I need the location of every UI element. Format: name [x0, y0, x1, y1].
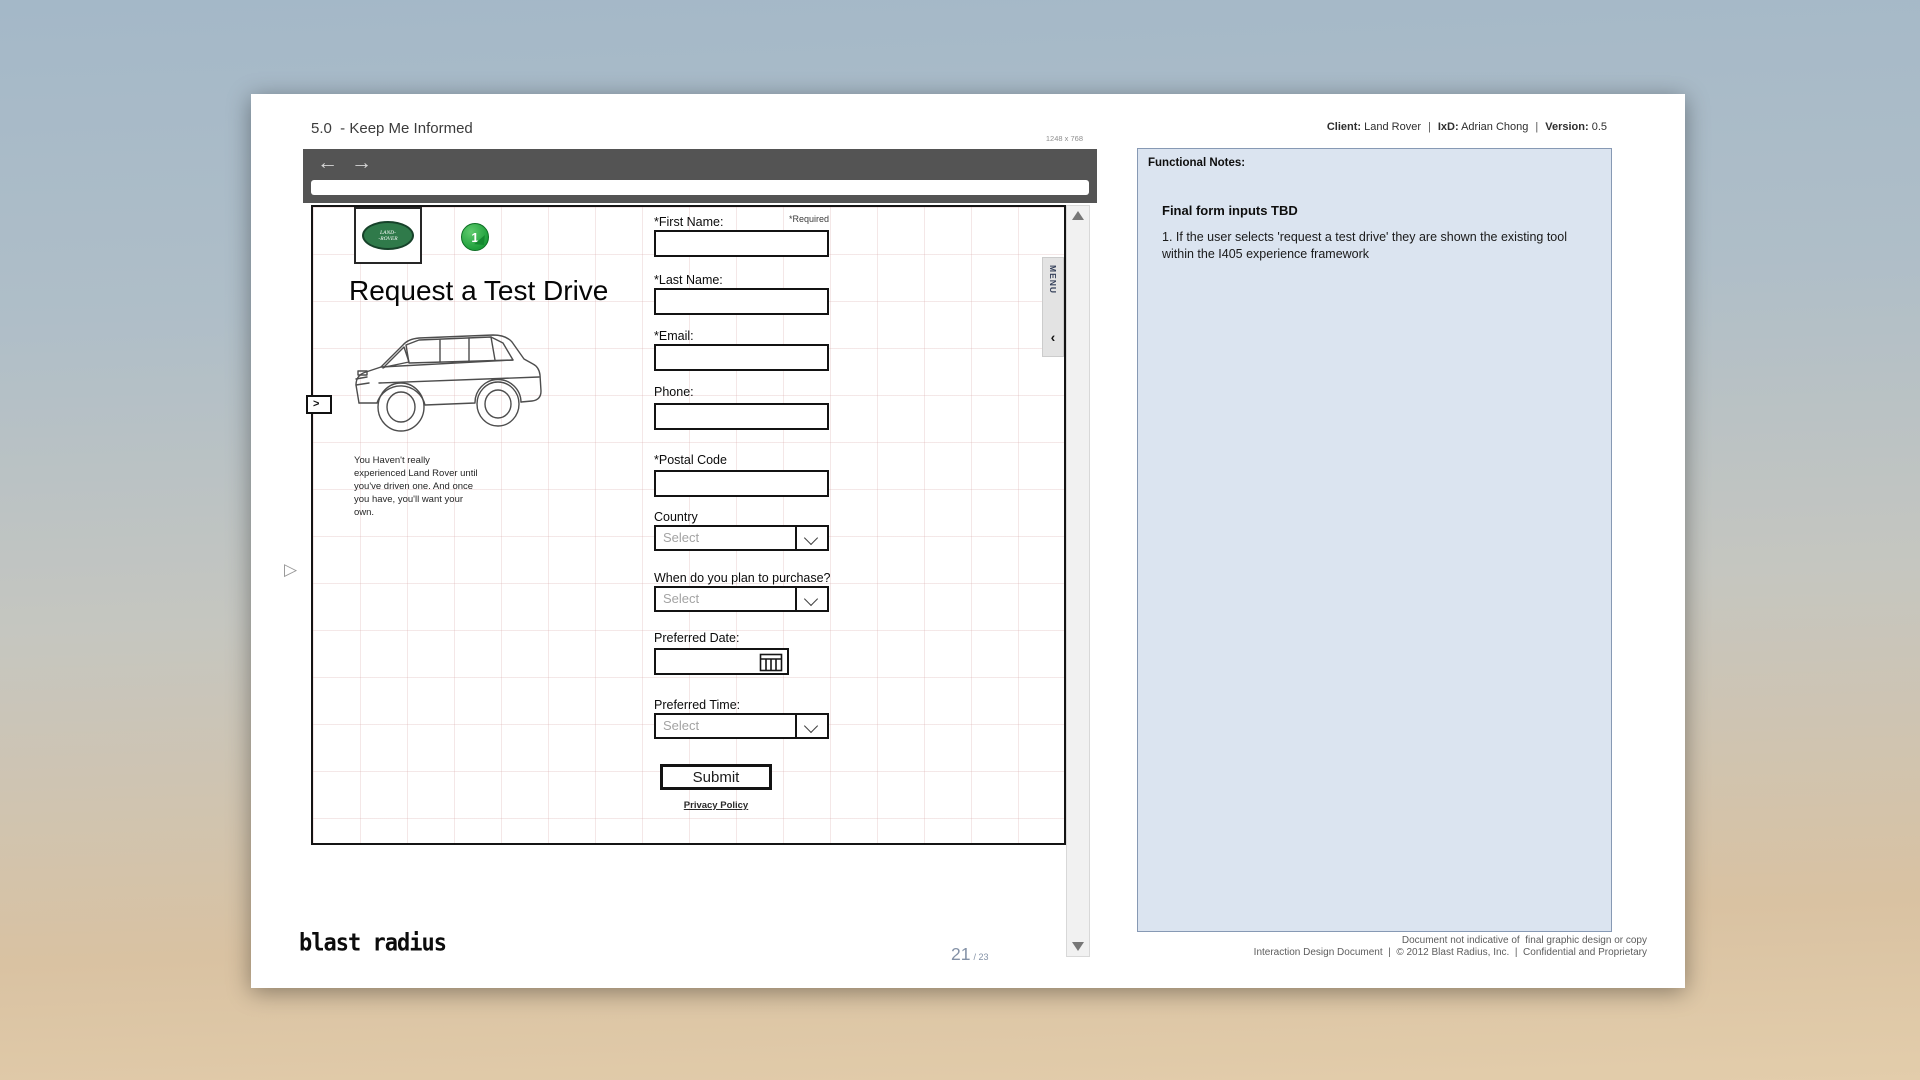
marketing-copy: You Haven't really experienced Land Rove… — [354, 454, 484, 519]
functional-notes-panel: Functional Notes: Final form inputs TBD … — [1137, 148, 1612, 932]
footer-copyright: Interaction Design Document | © 2012 Bla… — [1254, 947, 1647, 958]
notes-item-1: 1. If the user selects 'request a test d… — [1162, 229, 1594, 263]
scroll-down-icon[interactable] — [1072, 942, 1084, 951]
client-value: Land Rover — [1364, 121, 1421, 133]
first-name-label: *First Name: — [654, 215, 723, 229]
postal-code-label: *Postal Code — [654, 453, 727, 467]
first-name-input[interactable] — [654, 230, 829, 257]
wireframe-heading: Request a Test Drive — [349, 275, 608, 307]
notes-title: Functional Notes: — [1148, 157, 1245, 169]
resolution-note: 1248 x 768 — [1001, 134, 1083, 143]
last-name-label: *Last Name: — [654, 273, 723, 287]
panel-expander-button[interactable]: > — [306, 395, 332, 414]
browser-toolbar: ←→ — [303, 149, 1097, 203]
page-total: / 23 — [973, 952, 988, 962]
email-label: *Email: — [654, 329, 694, 343]
footer-disclaimer: Document not indicative of final graphic… — [1402, 935, 1647, 946]
document-meta: Client: Land Rover|IxD: Adrian Chong|Ver… — [1327, 121, 1607, 133]
wireframe-screen: LAND- -ROVER 1 Request a Test Drive — [311, 205, 1066, 845]
ixd-label: IxD: — [1438, 121, 1459, 133]
calendar-icon[interactable] — [759, 653, 783, 672]
collapse-chevron-icon[interactable]: ‹ — [1043, 329, 1063, 345]
country-dropdown-button[interactable] — [795, 527, 827, 549]
preferred-time-dropdown-button[interactable] — [795, 715, 827, 737]
country-label: Country — [654, 510, 698, 524]
chevron-down-icon — [804, 531, 818, 545]
preferred-date-label: Preferred Date: — [654, 631, 739, 645]
back-arrow-icon[interactable]: ← — [317, 151, 338, 174]
purchase-plan-dropdown-button[interactable] — [795, 588, 827, 610]
ixd-value: Adrian Chong — [1461, 121, 1528, 133]
land-rover-oval-icon: LAND- -ROVER — [362, 221, 414, 250]
postal-code-input[interactable] — [654, 470, 829, 497]
country-select[interactable]: Select — [654, 525, 829, 551]
phone-label: Phone: — [654, 385, 694, 399]
cursor-pointer-icon: ▷ — [284, 560, 297, 580]
land-rover-logo: LAND- -ROVER — [354, 207, 422, 264]
page-number: 21/ 23 — [951, 944, 988, 965]
meta-separator: | — [1528, 121, 1545, 133]
page-current: 21 — [951, 944, 970, 964]
menu-side-tab[interactable]: MENU ‹ — [1042, 257, 1064, 357]
version-label: Version: — [1545, 121, 1588, 133]
country-placeholder: Select — [663, 530, 699, 545]
phone-input[interactable] — [654, 403, 829, 430]
browser-nav: ←→ — [317, 151, 385, 175]
desktop-background: 5.0 - Keep Me Informed Client: Land Rove… — [0, 0, 1920, 1080]
suv-sketch — [343, 323, 548, 441]
annotation-marker-1: 1 — [461, 223, 489, 251]
purchase-plan-select[interactable]: Select — [654, 586, 829, 612]
client-label: Client: — [1327, 121, 1361, 133]
address-bar[interactable] — [311, 180, 1089, 195]
purchase-plan-label: When do you plan to purchase? — [654, 571, 831, 585]
submit-button[interactable]: Submit — [660, 764, 772, 790]
privacy-policy-link[interactable]: Privacy Policy — [660, 800, 772, 811]
notes-subtitle: Final form inputs TBD — [1162, 203, 1298, 218]
purchase-plan-placeholder: Select — [663, 591, 699, 606]
version-value: 0.5 — [1592, 121, 1607, 133]
preferred-time-placeholder: Select — [663, 718, 699, 733]
chevron-down-icon — [804, 592, 818, 606]
scroll-up-icon[interactable] — [1072, 211, 1084, 220]
wireframe-scrollbar[interactable] — [1066, 205, 1090, 957]
menu-tab-label: MENU — [1048, 265, 1058, 294]
forward-arrow-icon[interactable]: → — [351, 151, 372, 174]
preferred-date-input[interactable] — [654, 648, 789, 675]
logo-text-bottom: -ROVER — [378, 236, 397, 242]
meta-separator: | — [1421, 121, 1438, 133]
email-input[interactable] — [654, 344, 829, 371]
blast-radius-logo: blast radius — [299, 930, 446, 957]
chevron-down-icon — [804, 719, 818, 733]
preferred-time-select[interactable]: Select — [654, 713, 829, 739]
last-name-input[interactable] — [654, 288, 829, 315]
document-page: 5.0 - Keep Me Informed Client: Land Rove… — [251, 94, 1685, 988]
preferred-time-label: Preferred Time: — [654, 698, 740, 712]
page-title: 5.0 - Keep Me Informed — [311, 120, 473, 137]
